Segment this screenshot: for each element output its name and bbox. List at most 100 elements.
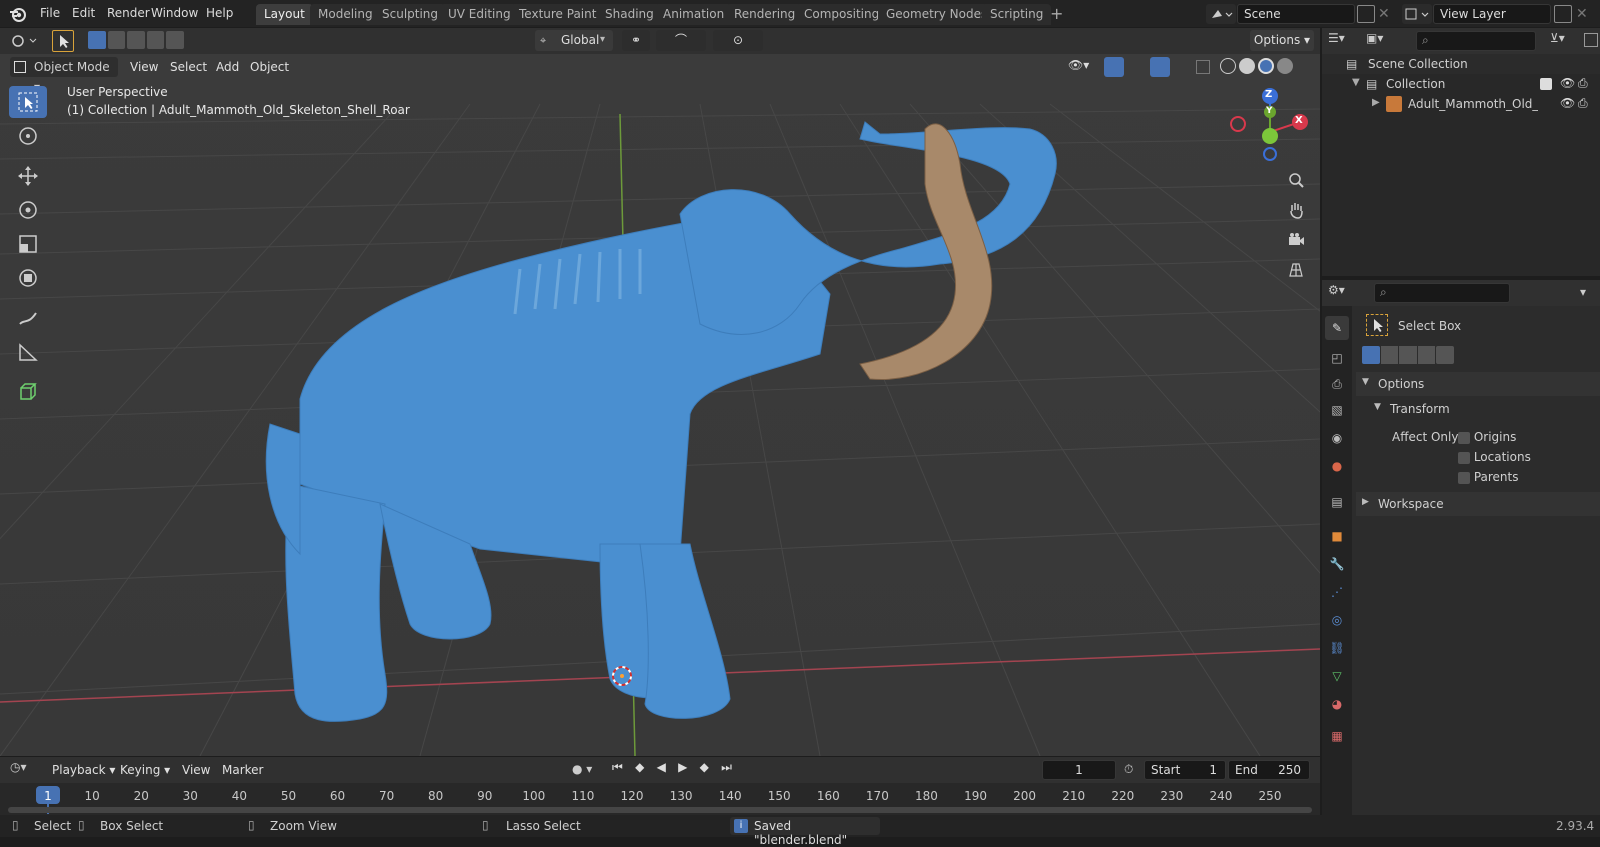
visibility-icon[interactable]: 👁▾ — [1068, 58, 1098, 76]
mammoth-model[interactable] — [0, 54, 1320, 756]
exclude-checkbox[interactable] — [1540, 78, 1552, 90]
viewport-menu-object[interactable]: Object — [244, 57, 295, 77]
viewport-menu-select[interactable]: Select — [164, 57, 213, 77]
play-icon[interactable]: ▶ — [678, 760, 687, 780]
chevron-down-icon[interactable]: ▾ — [1580, 285, 1586, 299]
mode-selector[interactable]: Object Mode ▾ — [10, 57, 118, 94]
object-tab-icon[interactable]: ■ — [1325, 524, 1349, 548]
mode-set-icon[interactable] — [88, 31, 106, 49]
render-tab-icon[interactable]: ◰ — [1325, 346, 1349, 370]
material-tab-icon[interactable]: ◕ — [1325, 692, 1349, 716]
scene-name-field[interactable]: Scene — [1237, 4, 1355, 24]
outliner-row-collection[interactable]: ▼ ▤ Collection 👁 ⎙ — [1322, 74, 1600, 94]
gizmo-toggle-icon[interactable] — [1104, 57, 1124, 77]
viewport-menu-view[interactable]: View — [124, 57, 164, 77]
wireframe-shading-icon[interactable] — [1220, 58, 1236, 74]
jump-end-icon[interactable]: ⏭ — [721, 760, 732, 780]
properties-editor-icon[interactable]: ⚙▾ — [1328, 283, 1360, 303]
new-view-layer-icon[interactable] — [1554, 5, 1572, 23]
tool-tab-icon[interactable]: ✎ — [1325, 316, 1349, 340]
tab-sculpting[interactable]: Sculpting — [374, 4, 447, 25]
properties-search-input[interactable] — [1374, 283, 1510, 303]
output-tab-icon[interactable]: ⎙ — [1325, 372, 1349, 396]
material-shading-icon[interactable] — [1258, 58, 1274, 74]
origins-checkbox[interactable]: Origins — [1458, 430, 1516, 444]
menu-file[interactable]: File — [34, 4, 66, 23]
3d-viewport[interactable]: Object Mode ▾ View Select Add Object 👁▾ … — [0, 54, 1320, 756]
zoom-icon[interactable] — [1282, 166, 1310, 194]
options-dropdown[interactable]: Options ▾ — [1250, 30, 1314, 51]
new-collection-icon[interactable] — [1584, 33, 1598, 47]
view-layer-tab-icon[interactable]: ▧ — [1325, 398, 1349, 422]
perspective-toggle-icon[interactable] — [1282, 256, 1310, 284]
menu-edit[interactable]: Edit — [66, 4, 101, 23]
measure-tool[interactable] — [9, 336, 47, 368]
tab-shading[interactable]: Shading — [597, 4, 662, 25]
tab-rendering[interactable]: Rendering — [726, 4, 804, 25]
annotate-tool[interactable] — [9, 302, 47, 334]
constraints-tab-icon[interactable]: ⛓ — [1325, 636, 1349, 660]
end-frame-field[interactable]: End 250 — [1228, 760, 1310, 780]
tab-uv-editing[interactable]: UV Editing — [440, 4, 519, 25]
viewport-menu-add[interactable]: Add — [210, 57, 245, 77]
tab-texture-paint[interactable]: Texture Paint — [511, 4, 605, 25]
mode-extend-icon[interactable] — [1380, 346, 1399, 364]
timeline-menu-keying[interactable]: Keying ▾ — [114, 760, 176, 780]
parents-checkbox[interactable]: Parents — [1458, 470, 1519, 484]
outliner-editor-icon[interactable]: ☰▾ — [1328, 31, 1360, 51]
pan-hand-icon[interactable] — [1282, 196, 1310, 224]
tab-layout[interactable]: Layout — [256, 4, 313, 25]
next-keyframe-icon[interactable]: ◆ — [700, 760, 709, 780]
editor-type-icon[interactable] — [8, 31, 40, 51]
modifier-tab-icon[interactable]: 🔧 — [1325, 552, 1349, 576]
blender-logo-icon[interactable] — [8, 4, 28, 24]
visibility-eye-icon[interactable]: 👁 — [1560, 96, 1575, 110]
expand-arrow-icon[interactable]: ▶ — [1372, 97, 1380, 108]
mode-subtract-icon[interactable] — [127, 31, 145, 49]
overlay-toggle-icon[interactable] — [1150, 57, 1170, 77]
add-cube-tool[interactable] — [9, 376, 47, 408]
tab-modeling[interactable]: Modeling — [310, 4, 381, 25]
close-view-layer-icon[interactable]: ✕ — [1576, 4, 1592, 24]
visibility-eye-icon[interactable]: 👁 — [1560, 76, 1575, 90]
tab-scripting[interactable]: Scripting — [982, 4, 1052, 25]
move-tool[interactable] — [9, 160, 47, 192]
stopwatch-icon[interactable]: ⏱ — [1124, 762, 1133, 777]
world-tab-icon[interactable]: ● — [1325, 454, 1349, 478]
play-reverse-icon[interactable]: ◀ — [657, 760, 666, 780]
timeline-menu-view[interactable]: View — [176, 760, 216, 780]
mode-subtract-icon[interactable] — [1399, 346, 1417, 364]
texture-tab-icon[interactable]: ▦ — [1325, 724, 1349, 748]
render-camera-icon[interactable]: ⎙ — [1578, 76, 1588, 91]
mode-invert-icon[interactable] — [146, 31, 165, 49]
options-panel-header[interactable]: ▼ Options — [1356, 372, 1600, 396]
current-frame-field[interactable]: 1 — [1042, 760, 1116, 780]
timeline-scrollbar[interactable] — [8, 807, 1312, 813]
scene-tab-icon[interactable]: ◉ — [1325, 426, 1349, 450]
new-scene-icon[interactable] — [1357, 5, 1375, 23]
transform-tool[interactable] — [9, 262, 47, 294]
rendered-shading-icon[interactable] — [1277, 58, 1293, 74]
cursor-tool[interactable] — [9, 120, 47, 152]
snap-icon[interactable]: ⌒ — [656, 30, 706, 51]
outliner-row-object[interactable]: ▶ Adult_Mammoth_Old_Ske 👁 ⎙ — [1322, 94, 1600, 114]
mode-intersect-icon[interactable] — [1436, 346, 1454, 364]
xray-toggle-icon[interactable] — [1196, 60, 1210, 74]
tab-compositing[interactable]: Compositing — [796, 4, 888, 25]
start-frame-field[interactable]: Start 1 — [1144, 760, 1226, 780]
timeline-menu-marker[interactable]: Marker — [216, 760, 269, 780]
collection-tab-icon[interactable]: ▤ — [1325, 490, 1349, 514]
proportional-edit-icon[interactable]: ⊙ — [713, 30, 763, 51]
tab-animation[interactable]: Animation — [655, 4, 733, 25]
view-layer-icon[interactable] — [1402, 4, 1432, 24]
scene-type-icon[interactable] — [1206, 4, 1236, 24]
tab-geometry-nodes[interactable]: Geometry Nodes — [878, 4, 996, 25]
mode-invert-icon[interactable] — [1417, 346, 1436, 364]
pivot-point-icon[interactable]: ⚭ — [622, 30, 650, 51]
timeline-menu-playback[interactable]: Playback ▾ — [46, 760, 121, 780]
rotate-tool[interactable] — [9, 194, 47, 226]
navigation-gizmo[interactable]: Z Y X — [1230, 84, 1310, 164]
jump-start-icon[interactable]: ⏮ — [612, 760, 623, 780]
mode-set-icon[interactable] — [1362, 346, 1380, 364]
outliner-search-input[interactable] — [1416, 31, 1536, 51]
